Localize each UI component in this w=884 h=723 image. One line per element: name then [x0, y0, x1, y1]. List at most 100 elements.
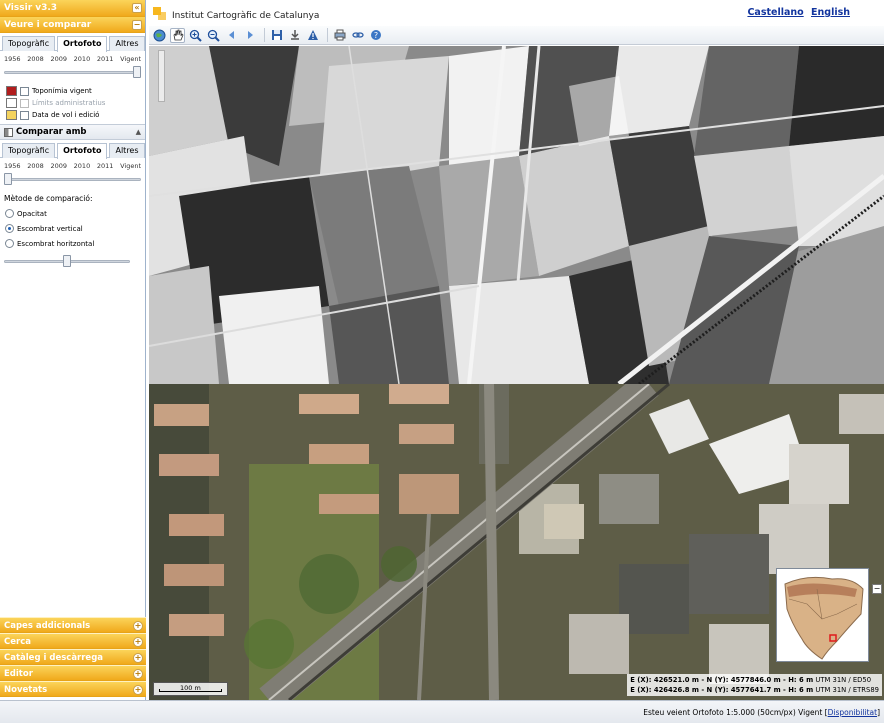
bottom-sections: Capes addicionals + Cerca + Catàleg i de…	[0, 617, 146, 697]
year-label: 2009	[50, 162, 67, 170]
map-view[interactable]: 100 m E (X): 426521.0 m - N (Y): 4577846…	[149, 46, 884, 700]
expand-icon[interactable]: +	[133, 621, 143, 631]
toponymy-icon	[6, 86, 17, 96]
catalonia-overview-image	[777, 569, 868, 661]
historical-fields-image	[149, 46, 884, 384]
compare-icon	[4, 127, 13, 137]
layer-checkbox[interactable]	[20, 98, 29, 108]
section-title: Veure i comparar	[4, 20, 92, 30]
expand-icon[interactable]: +	[133, 637, 143, 647]
layer-label: Toponímia vigent	[32, 87, 92, 95]
layer-checkbox[interactable]	[20, 86, 29, 96]
year-slider[interactable]	[4, 66, 141, 78]
vissir-app: Vissir v3.3 « Veure i comparar − Topogrà…	[0, 0, 884, 723]
year-slider-thumb[interactable]	[133, 66, 141, 78]
expand-icon[interactable]: +	[133, 669, 143, 679]
app-title: Vissir v3.3	[4, 3, 58, 13]
org-name: Institut Cartogràfic de Catalunya	[172, 11, 320, 21]
year-label: 2008	[27, 55, 44, 63]
radio-opacitat[interactable]	[5, 209, 14, 218]
minimize-icon[interactable]: −	[132, 20, 142, 30]
collapse-panel-icon[interactable]: «	[132, 3, 142, 13]
hand-pan-icon[interactable]	[170, 27, 185, 43]
tab-topografic[interactable]: Topogràfic	[2, 36, 56, 51]
method-escombrat-vertical[interactable]: Escombrat vertical	[0, 221, 145, 236]
globe-icon[interactable]	[152, 28, 167, 43]
svg-text:?: ?	[373, 31, 377, 40]
year-label: 2011	[96, 55, 114, 63]
zoom-slider[interactable]	[158, 50, 165, 102]
lang-english-link[interactable]: English	[811, 7, 850, 18]
year-labels: 1956 2008 2009 2010 2011 Vigent	[0, 51, 145, 63]
compare-year-slider-thumb[interactable]	[4, 173, 12, 185]
compare-year-labels: 1956 2008 2009 2010 2011 Vigent	[0, 158, 145, 170]
app-title-bar: Vissir v3.3 «	[0, 0, 145, 17]
section-label: Editor	[4, 669, 33, 679]
overview-map[interactable]	[776, 568, 869, 662]
coord-row-etrs89: E (X): 426426.8 m - N (Y): 4577641.7 m -…	[630, 686, 879, 694]
method-escombrat-horitzontal[interactable]: Escombrat horitzontal	[0, 236, 145, 251]
coordinate-readout: E (X): 426521.0 m - N (Y): 4577846.0 m -…	[627, 674, 882, 696]
method-option-label: Escombrat horitzontal	[17, 239, 95, 248]
section-veure-comparar[interactable]: Veure i comparar −	[0, 17, 145, 33]
section-capes-addicionals[interactable]: Capes addicionals +	[0, 617, 146, 633]
warning-icon[interactable]	[305, 28, 320, 43]
method-label: Mètode de comparació:	[4, 194, 93, 203]
save-icon[interactable]	[269, 28, 284, 43]
tab-ortofoto[interactable]: Ortofoto	[57, 36, 108, 52]
compare-year-slider[interactable]	[4, 173, 141, 185]
language-links: Castellano English	[743, 7, 850, 18]
section-cataleg[interactable]: Catàleg i descàrrega +	[0, 649, 146, 665]
section-editor[interactable]: Editor +	[0, 665, 146, 681]
layer-checkbox[interactable]	[20, 110, 29, 120]
compare-tab-topografic[interactable]: Topogràfic	[2, 143, 56, 158]
left-panel: Vissir v3.3 « Veure i comparar − Topogrà…	[0, 0, 146, 700]
method-slider[interactable]	[4, 255, 130, 267]
availability-link[interactable]: Disponibilitat	[828, 708, 877, 717]
zoom-out-icon[interactable]	[206, 28, 221, 43]
print-icon[interactable]	[332, 28, 347, 43]
zoom-in-icon[interactable]	[188, 28, 203, 43]
year-label: Vigent	[120, 55, 141, 63]
expand-icon[interactable]: +	[133, 653, 143, 663]
download-icon[interactable]	[287, 28, 302, 43]
help-icon[interactable]: ?	[368, 28, 383, 43]
section-label: Catàleg i descàrrega	[4, 653, 104, 663]
back-icon[interactable]	[224, 28, 239, 43]
lang-castellano-link[interactable]: Castellano	[747, 7, 803, 18]
layer-label: Límits administratius	[32, 99, 106, 107]
compare-section-header[interactable]: Comparar amb ▲	[0, 124, 145, 140]
collapse-compare-icon[interactable]: ▲	[136, 128, 141, 136]
compare-title: Comparar amb	[16, 127, 87, 137]
method-opacitat[interactable]: Opacitat	[0, 206, 145, 221]
method-option-label: Opacitat	[17, 209, 47, 218]
boundaries-icon	[6, 98, 17, 108]
flight-date-icon	[6, 110, 17, 120]
compare-tab-ortofoto[interactable]: Ortofoto	[57, 143, 108, 159]
compare-tab-altres[interactable]: Altres	[109, 143, 145, 158]
method-slider-thumb[interactable]	[63, 255, 71, 267]
base-tabs: Topogràfic Ortofoto Altres	[0, 33, 145, 52]
current-orthophoto[interactable]	[149, 384, 884, 700]
radio-escombrat-horitzontal[interactable]	[5, 239, 14, 248]
year-label: 1956	[4, 162, 21, 170]
status-bar: Esteu veient Ortofoto 1:5.000 (50cm/px) …	[0, 700, 884, 723]
layer-data-vol[interactable]: Data de vol i edició	[0, 109, 145, 121]
forward-icon[interactable]	[242, 28, 257, 43]
link-icon[interactable]	[350, 28, 365, 43]
tab-altres[interactable]: Altres	[109, 36, 145, 51]
radio-escombrat-vertical[interactable]	[5, 224, 14, 233]
section-novetats[interactable]: Novetats +	[0, 681, 146, 697]
layer-limits[interactable]: Límits administratius	[0, 97, 145, 109]
layer-toponimia[interactable]: Toponímia vigent	[0, 85, 145, 97]
expand-icon[interactable]: +	[133, 685, 143, 695]
year-label: 2009	[50, 55, 67, 63]
overview-toggle-button[interactable]: −	[872, 584, 882, 594]
current-urban-image	[149, 384, 884, 700]
section-label: Novetats	[4, 685, 48, 695]
section-cerca[interactable]: Cerca +	[0, 633, 146, 649]
historical-orthophoto[interactable]	[149, 46, 884, 384]
status-text: Esteu veient Ortofoto 1:5.000 (50cm/px) …	[643, 708, 828, 717]
year-label: 1956	[4, 55, 21, 63]
year-label: 2008	[27, 162, 44, 170]
